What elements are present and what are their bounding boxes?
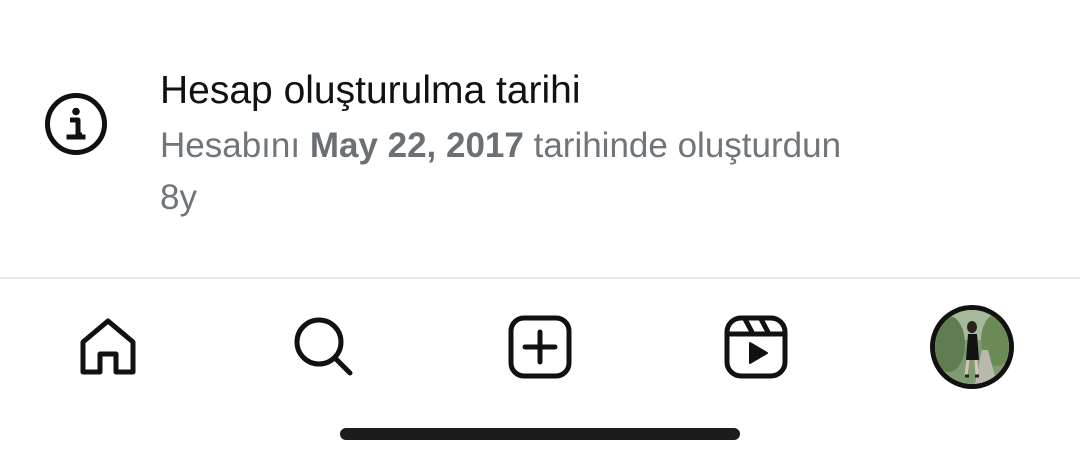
bottom-navigation-bar bbox=[0, 279, 1080, 419]
nav-reels-button[interactable] bbox=[714, 305, 798, 389]
profile-avatar bbox=[930, 305, 1014, 389]
nav-create-button[interactable] bbox=[498, 305, 582, 389]
info-icon bbox=[45, 93, 107, 155]
account-age: 8y bbox=[160, 178, 197, 217]
nav-profile-button[interactable] bbox=[930, 305, 1014, 389]
nav-home-button[interactable] bbox=[66, 305, 150, 389]
account-created-row: Hesap oluşturulma tarihi Hesabını May 22… bbox=[0, 0, 1080, 278]
desc-prefix: Hesabını bbox=[160, 126, 310, 165]
info-description: Hesabını May 22, 2017 tarihinde oluşturd… bbox=[160, 124, 1040, 168]
desc-suffix: tarihinde oluşturdun bbox=[523, 126, 842, 165]
info-text-block: Hesap oluşturulma tarihi Hesabını May 22… bbox=[160, 66, 1040, 220]
info-title: Hesap oluşturulma tarihi bbox=[160, 69, 581, 112]
nav-search-button[interactable] bbox=[282, 305, 366, 389]
avatar-photo bbox=[935, 310, 1009, 384]
account-info-screen: Hesap oluşturulma tarihi Hesabını May 22… bbox=[0, 0, 1080, 456]
create-icon bbox=[508, 315, 572, 379]
search-icon bbox=[294, 317, 353, 376]
home-indicator[interactable] bbox=[340, 428, 740, 440]
home-icon bbox=[80, 318, 136, 375]
creation-date: May 22, 2017 bbox=[309, 126, 524, 165]
reels-icon bbox=[724, 315, 788, 379]
